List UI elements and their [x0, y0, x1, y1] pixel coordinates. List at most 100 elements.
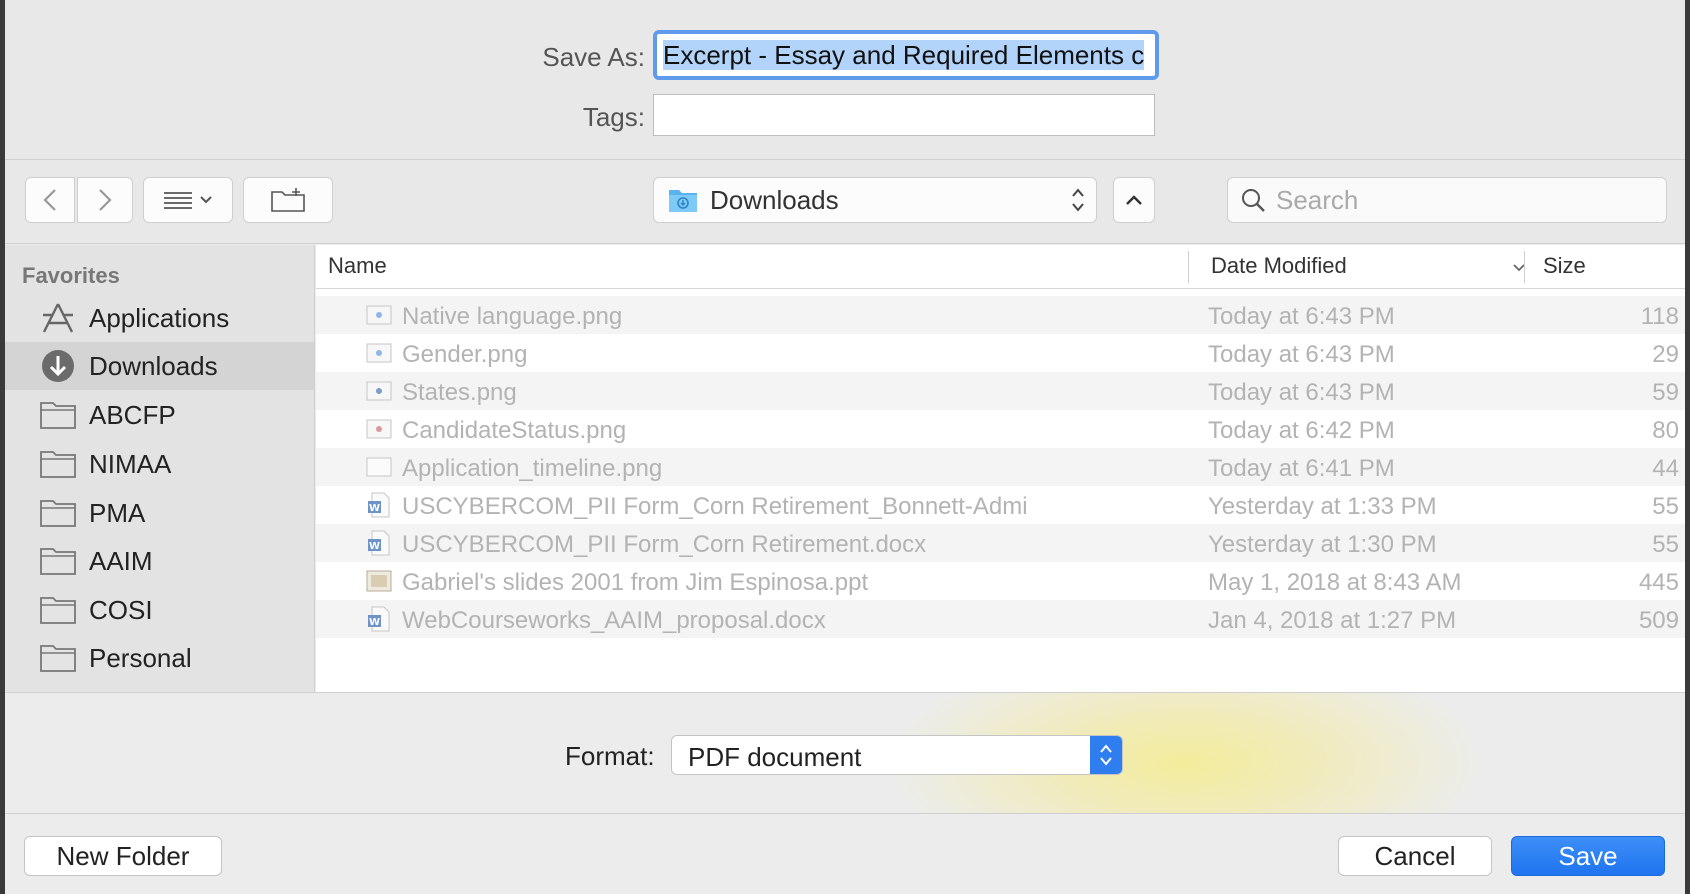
file-row[interactable]: States.png Today at 6:43 PM 59	[316, 372, 1685, 410]
cancel-button[interactable]: Cancel	[1338, 836, 1492, 876]
list-header: Name Date Modified Size	[316, 245, 1685, 289]
file-date: Yesterday at 1:33 PM	[1208, 493, 1437, 520]
image-file-icon	[366, 305, 392, 325]
folder-icon	[39, 641, 77, 675]
file-size: 55	[1652, 531, 1679, 558]
image-file-icon	[366, 457, 392, 477]
downloads-folder-icon	[669, 190, 697, 212]
format-area: Format: PDF document	[5, 692, 1685, 814]
file-row[interactable]: Gender.png Today at 6:43 PM 29	[316, 334, 1685, 372]
file-date: Jan 4, 2018 at 1:27 PM	[1208, 607, 1457, 634]
file-size: 445	[1638, 569, 1679, 596]
file-date: Today at 6:43 PM	[1208, 379, 1395, 406]
file-date: Today at 6:43 PM	[1208, 303, 1395, 330]
file-row[interactable]: Native language.png Today at 6:43 PM 118	[316, 296, 1685, 334]
word-file-icon: W	[368, 606, 390, 632]
folder-icon	[39, 447, 77, 481]
file-date: Today at 6:42 PM	[1208, 417, 1395, 444]
file-name: Application_timeline.png	[402, 455, 663, 482]
file-name: Native language.png	[402, 303, 623, 330]
column-header-name[interactable]: Name	[328, 253, 387, 279]
new-folder-toolbar-button[interactable]	[243, 177, 333, 223]
format-label: Format:	[565, 741, 655, 771]
new-folder-button[interactable]: New Folder	[24, 836, 222, 876]
select-stepper	[1090, 736, 1122, 774]
sidebar-item-cosi[interactable]: COSI	[5, 586, 314, 634]
sidebar-item-pma[interactable]: PMA	[5, 489, 314, 537]
file-row[interactable]: Application_timeline.png Today at 6:41 P…	[316, 448, 1685, 486]
sidebar-item-label: AAIM	[89, 545, 153, 576]
save-as-value: Excerpt - Essay and Required Elements c	[663, 40, 1145, 70]
location-label: Downloads	[710, 184, 839, 215]
sidebar-item-abcfp[interactable]: ABCFP	[5, 391, 314, 439]
file-date: Yesterday at 1:30 PM	[1208, 531, 1437, 558]
save-button[interactable]: Save	[1511, 836, 1665, 876]
file-row[interactable]: W USCYBERCOM_PII Form_Corn Retirement_Bo…	[316, 486, 1685, 524]
chevron-left-icon	[43, 189, 56, 211]
up-down-arrows-icon	[1100, 744, 1112, 766]
file-name: CandidateStatus.png	[402, 417, 627, 444]
sidebar-item-personal[interactable]: Personal	[5, 634, 314, 682]
downloads-icon	[39, 349, 77, 383]
location-popup[interactable]: Downloads	[653, 177, 1097, 223]
file-name: States.png	[402, 379, 517, 406]
file-size: 29	[1652, 341, 1679, 368]
file-size: 59	[1652, 379, 1679, 406]
sidebar-item-label: ABCFP	[89, 399, 176, 430]
presentation-file-icon	[366, 570, 392, 592]
column-header-date-modified[interactable]: Date Modified	[1211, 253, 1347, 279]
save-as-input[interactable]: Excerpt - Essay and Required Elements c	[653, 30, 1159, 80]
file-name: USCYBERCOM_PII Form_Corn Retirement_Bonn…	[402, 493, 1028, 520]
word-file-icon: W	[368, 492, 390, 518]
forward-button[interactable]	[77, 177, 133, 223]
sidebar-item-downloads[interactable]: Downloads	[5, 342, 314, 390]
file-size: 80	[1652, 417, 1679, 444]
sidebar-item-nimaa[interactable]: NIMAA	[5, 440, 314, 488]
column-header-size[interactable]: Size	[1543, 253, 1586, 279]
image-file-icon	[366, 381, 392, 401]
file-row[interactable]: Gabriel's slides 2001 from Jim Espinosa.…	[316, 562, 1685, 600]
search-icon	[1242, 189, 1265, 212]
sidebar-item-aaim[interactable]: AAIM	[5, 537, 314, 585]
sidebar-item-label: NIMAA	[89, 448, 172, 479]
favorites-heading: Favorites	[22, 263, 120, 288]
file-size: 55	[1652, 493, 1679, 520]
view-options-button[interactable]	[143, 177, 233, 223]
image-file-icon	[366, 343, 392, 363]
folder-icon	[39, 544, 77, 578]
tags-label: Tags:	[582, 102, 645, 132]
sidebar-item-label: Applications	[89, 302, 230, 333]
image-file-icon	[366, 419, 392, 439]
list-view-icon	[164, 192, 192, 209]
search-field[interactable]: Search	[1227, 177, 1667, 223]
toolbar: Downloads Search	[5, 160, 1685, 244]
chevron-down-icon	[200, 196, 212, 204]
sidebar: Favorites Applications Downloads ABCFP N…	[5, 245, 315, 692]
file-row[interactable]: W WebCourseworks_AAIM_proposal.docx Jan …	[316, 600, 1685, 638]
sidebar-item-applications[interactable]: Applications	[5, 294, 314, 342]
folder-icon	[39, 593, 77, 627]
file-name: Gender.png	[402, 341, 528, 368]
chevron-up-icon	[1126, 195, 1142, 205]
back-button[interactable]	[25, 177, 75, 223]
column-divider[interactable]	[1188, 251, 1189, 283]
sidebar-item-label: PMA	[89, 497, 146, 528]
file-row[interactable]: W USCYBERCOM_PII Form_Corn Retirement.do…	[316, 524, 1685, 562]
folder-icon	[39, 496, 77, 530]
save-as-label: Save As:	[542, 42, 645, 72]
search-placeholder: Search	[1276, 184, 1359, 215]
file-date: May 1, 2018 at 8:43 AM	[1208, 569, 1462, 596]
file-row[interactable]: CandidateStatus.png Today at 6:42 PM 80	[316, 410, 1685, 448]
file-name: USCYBERCOM_PII Form_Corn Retirement.docx	[402, 531, 927, 558]
tags-input[interactable]	[653, 94, 1155, 136]
folder-icon	[39, 398, 77, 432]
format-select[interactable]: PDF document	[671, 735, 1123, 775]
enclosing-folder-button[interactable]	[1113, 177, 1155, 223]
save-as-area: Save As: Excerpt - Essay and Required El…	[5, 0, 1685, 160]
svg-text:W: W	[369, 503, 380, 514]
word-file-icon: W	[368, 530, 390, 556]
file-size: 44	[1652, 455, 1679, 482]
svg-text:W: W	[369, 541, 380, 552]
column-divider[interactable]	[1524, 251, 1525, 283]
sidebar-item-label: COSI	[89, 594, 153, 625]
